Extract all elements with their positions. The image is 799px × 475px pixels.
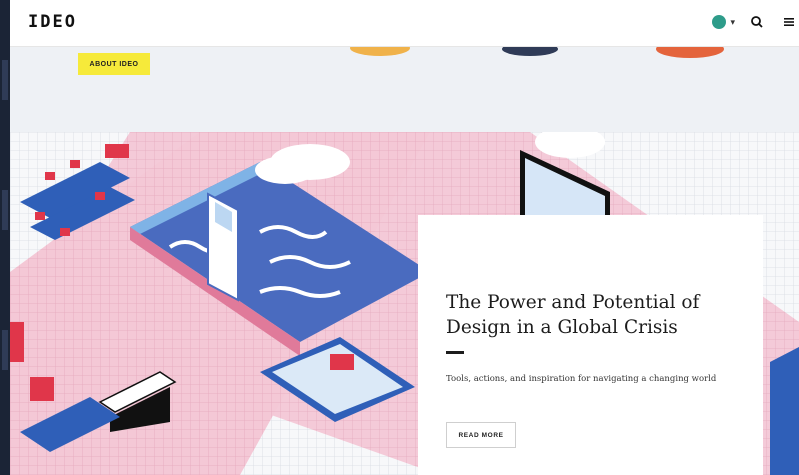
page: IDEO ▾ ABOUT IDEO The Power and Potentia… (10, 0, 799, 475)
featured-story-card: The Power and Potential of Design in a G… (418, 215, 763, 475)
menu-icon[interactable] (783, 16, 795, 28)
title-divider (446, 351, 464, 354)
background-strip-detail (2, 330, 8, 370)
search-icon[interactable] (749, 14, 765, 30)
left-window-edge (0, 0, 10, 475)
chevron-down-icon[interactable]: ▾ (730, 17, 735, 28)
ideo-logo[interactable]: IDEO (28, 12, 77, 32)
story-description: Tools, actions, and inspiration for navi… (446, 374, 717, 384)
globe-icon[interactable] (712, 15, 727, 29)
about-ideo-badge[interactable]: ABOUT IDEO (78, 53, 150, 75)
background-strip-detail (2, 190, 8, 230)
top-navigation-bar: IDEO ▾ (10, 0, 799, 46)
story-title[interactable]: The Power and Potential of Design in a G… (446, 290, 746, 340)
background-strip-detail (2, 60, 8, 100)
read-more-button[interactable]: READ MORE (446, 422, 516, 448)
nav-actions: ▾ (712, 11, 799, 33)
